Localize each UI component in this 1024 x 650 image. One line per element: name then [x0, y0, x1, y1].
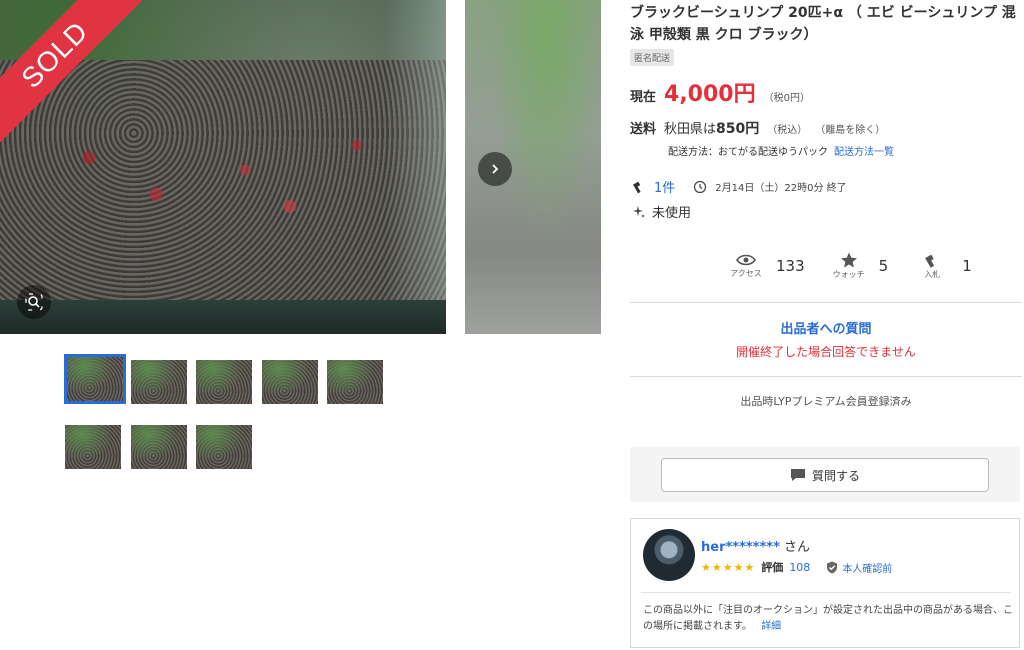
price-tax-note: （税0円） — [763, 93, 810, 104]
price-row: 現在 4,000円 （税0円） — [630, 76, 810, 108]
watch-label: ウォッチ — [832, 270, 865, 279]
shipping-amount: 850円 — [716, 121, 760, 137]
access-count: 133 — [776, 257, 805, 275]
item-title: ブラックビーシュリンプ 20匹+α （ エビ ビーシュリンプ 混泳 甲殻類 黒 … — [630, 5, 1016, 43]
shipping-label: 送料 — [630, 122, 657, 137]
premium-member-note: 出品時LYPプレミアム会員登録済み — [740, 395, 912, 408]
shipping-destination: 秋田県は850円 — [664, 118, 759, 138]
thumbnail-5[interactable] — [327, 360, 383, 404]
anonymous-shipping-tag: 匿名配送 — [630, 49, 675, 66]
identity-status: 本人確認前 — [826, 560, 892, 575]
thumbnail-1[interactable] — [64, 354, 126, 404]
clock-icon — [694, 180, 707, 193]
gavel-icon — [633, 181, 641, 193]
featured-note-link[interactable]: 詳細 — [761, 621, 781, 632]
seller-divider — [641, 592, 1011, 593]
eye-icon — [736, 254, 756, 266]
seller-name-row: her******** さん — [701, 536, 810, 555]
watch-count: 5 — [878, 257, 889, 275]
ask-question-label: 質問する — [811, 468, 860, 483]
shipping-tax-in: （税込） — [767, 125, 808, 136]
photo-tank-edge — [0, 300, 446, 334]
bid-stat: 入札 1 — [910, 252, 972, 280]
seller-rating-row: ★★★★★ 評価 108 本人確認前 — [701, 559, 892, 575]
rating-stars: ★★★★★ — [701, 560, 756, 574]
bid-count-link[interactable]: 1件 — [654, 177, 675, 196]
thumbnail-8[interactable] — [196, 425, 252, 469]
divider — [630, 302, 1022, 303]
end-time: 2月14日（土）22時0分 終了 — [715, 183, 847, 194]
featured-note-text: この商品以外に「注目のオークション」が設定された出品中の商品がある場合、この場所… — [643, 605, 1013, 632]
rating-label: 評価 — [761, 561, 784, 574]
chevron-right-icon[interactable] — [478, 152, 512, 186]
stats-row: アクセス 133 ウォッチ 5 入札 1 — [724, 252, 972, 280]
shipping-method-row: 配送方法：おてがる配送ゆうパック 配送方法一覧 — [668, 143, 894, 158]
seller-question-title[interactable]: 出品者への質問 — [630, 318, 1022, 337]
question-closed-note: 開催終了した場合回答できません — [736, 345, 916, 359]
featured-auction-note: この商品以外に「注目のオークション」が設定された出品中の商品がある場合、この場所… — [643, 603, 1013, 635]
access-label: アクセス — [730, 269, 762, 278]
shipping-exclusion: （離島を除く） — [815, 125, 886, 136]
access-stat: アクセス 133 — [724, 253, 805, 279]
shipping-prefix: 秋田県は — [664, 122, 717, 137]
bid-label: 入札 — [924, 270, 941, 279]
shield-check-icon — [827, 561, 838, 573]
seller-name[interactable]: her******** — [701, 540, 780, 555]
thumbnail-4[interactable] — [262, 360, 318, 404]
bid-count: 1 — [962, 257, 972, 275]
sparkle-icon — [633, 205, 645, 218]
seller-card: her******** さん ★★★★★ 評価 108 本人確認前 この商品以外… — [630, 518, 1020, 648]
divider — [630, 376, 1022, 377]
watch-stat: ウォッチ 5 — [827, 252, 889, 280]
seller-honorific: さん — [784, 540, 811, 555]
identity-label: 本人確認前 — [842, 563, 893, 575]
thumbnail-3[interactable] — [196, 360, 252, 404]
thumbnail-7[interactable] — [131, 425, 187, 469]
photo-gravel — [0, 60, 446, 304]
photo-glass — [386, 0, 446, 334]
shipping-row: 送料 秋田県は850円 （税込） （離島を除く） — [630, 118, 885, 138]
shipping-method: 配送方法：おてがる配送ゆうパック — [668, 147, 828, 158]
rating-value[interactable]: 108 — [789, 561, 810, 574]
chat-bubble-icon — [790, 469, 805, 481]
thumbnail-6[interactable] — [65, 425, 121, 469]
condition-row: 未使用 — [632, 202, 691, 221]
zoom-search-icon[interactable] — [17, 285, 51, 319]
current-price: 4,000円 — [664, 82, 756, 107]
item-condition: 未使用 — [652, 206, 692, 221]
star-icon — [840, 252, 857, 268]
main-product-photo[interactable]: SOLD — [0, 0, 446, 334]
auction-meta-row: 1件 2月14日（土）22時0分 終了 — [632, 177, 847, 196]
thumbnail-2[interactable] — [131, 360, 187, 404]
shipping-method-link[interactable]: 配送方法一覧 — [834, 143, 894, 158]
gavel-icon — [925, 254, 935, 268]
price-label: 現在 — [630, 90, 657, 105]
avatar[interactable] — [643, 529, 695, 581]
ask-question-button[interactable]: 質問する — [661, 458, 989, 492]
